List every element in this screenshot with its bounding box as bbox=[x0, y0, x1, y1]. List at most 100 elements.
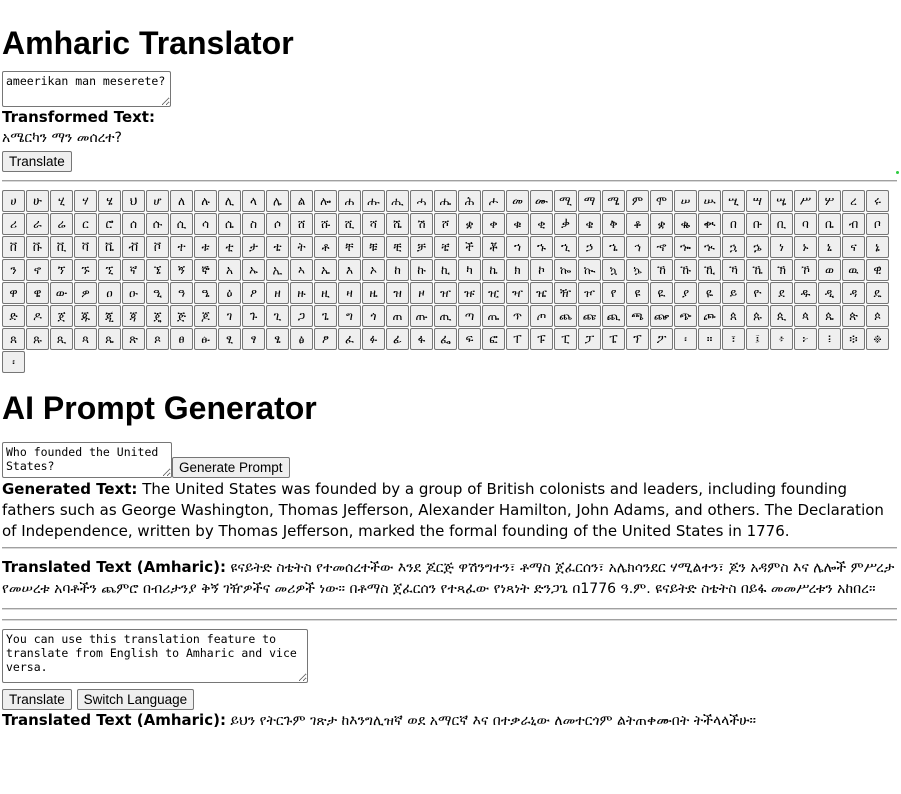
keyboard-key[interactable]: ጥ bbox=[506, 305, 529, 327]
keyboard-key[interactable]: ቻ bbox=[410, 236, 433, 258]
keyboard-key[interactable]: ፎ bbox=[482, 328, 505, 350]
keyboard-key[interactable]: ኮ bbox=[530, 259, 553, 281]
keyboard-key[interactable]: ሮ bbox=[98, 213, 121, 235]
keyboard-key[interactable]: ሕ bbox=[458, 190, 481, 212]
keyboard-key[interactable]: ሡ bbox=[698, 190, 721, 212]
keyboard-key[interactable]: ሆ bbox=[146, 190, 169, 212]
keyboard-key[interactable]: መ bbox=[506, 190, 529, 212]
keyboard-key[interactable]: ኬ bbox=[482, 259, 505, 281]
keyboard-key[interactable]: ሖ bbox=[482, 190, 505, 212]
keyboard-key[interactable]: ። bbox=[698, 328, 721, 350]
keyboard-key[interactable]: ከ bbox=[386, 259, 409, 281]
keyboard-key[interactable]: ሌ bbox=[266, 190, 289, 212]
keyboard-key[interactable]: ጸ bbox=[2, 328, 25, 350]
keyboard-key[interactable]: ፐ bbox=[506, 328, 529, 350]
keyboard-key[interactable]: ቦ bbox=[866, 213, 889, 235]
keyboard-key[interactable]: ዠ bbox=[434, 282, 457, 304]
keyboard-key[interactable]: ጴ bbox=[818, 305, 841, 327]
keyboard-key[interactable]: ጂ bbox=[98, 305, 121, 327]
keyboard-key[interactable]: ዒ bbox=[146, 282, 169, 304]
keyboard-key[interactable]: ዬ bbox=[698, 282, 721, 304]
keyboard-key[interactable]: ዡ bbox=[458, 282, 481, 304]
keyboard-key[interactable]: ፉ bbox=[362, 328, 385, 350]
keyboard-key[interactable]: ዓ bbox=[170, 282, 193, 304]
keyboard-key[interactable]: ዣ bbox=[506, 282, 529, 304]
keyboard-key[interactable]: ጃ bbox=[122, 305, 145, 327]
keyboard-key[interactable]: ዝ bbox=[386, 282, 409, 304]
keyboard-key[interactable]: ዤ bbox=[530, 282, 553, 304]
keyboard-key[interactable]: ዢ bbox=[482, 282, 505, 304]
keyboard-key[interactable]: ዚ bbox=[314, 282, 337, 304]
keyboard-key[interactable]: ዌ bbox=[26, 282, 49, 304]
keyboard-key[interactable]: ጵ bbox=[842, 305, 865, 327]
keyboard-key[interactable]: ሢ bbox=[722, 190, 745, 212]
keyboard-key[interactable]: ዦ bbox=[578, 282, 601, 304]
keyboard-key[interactable]: ሐ bbox=[338, 190, 361, 212]
keyboard-key[interactable]: ሠ bbox=[674, 190, 697, 212]
keyboard-key[interactable]: ጣ bbox=[458, 305, 481, 327]
keyboard-key[interactable]: ጋ bbox=[290, 305, 313, 327]
keyboard-key[interactable]: ፆ bbox=[314, 328, 337, 350]
keyboard-key[interactable]: ብ bbox=[842, 213, 865, 235]
keyboard-key[interactable]: ሀ bbox=[2, 190, 25, 212]
keyboard-key[interactable]: ፈ bbox=[338, 328, 361, 350]
keyboard-key[interactable]: ሣ bbox=[746, 190, 769, 212]
keyboard-key[interactable]: ዋ bbox=[2, 282, 25, 304]
keyboard-key[interactable]: ቹ bbox=[362, 236, 385, 258]
keyboard-key[interactable]: በ bbox=[722, 213, 745, 235]
keyboard-key[interactable]: ቱ bbox=[194, 236, 217, 258]
keyboard-key[interactable]: ሜ bbox=[602, 190, 625, 212]
keyboard-key[interactable]: ቁ bbox=[506, 213, 529, 235]
keyboard-key[interactable]: ኺ bbox=[698, 259, 721, 281]
keyboard-key[interactable]: ቡ bbox=[746, 213, 769, 235]
keyboard-key[interactable]: ቊ bbox=[698, 213, 721, 235]
keyboard-key[interactable]: ጦ bbox=[530, 305, 553, 327]
keyboard-key[interactable]: ሃ bbox=[74, 190, 97, 212]
keyboard-key[interactable]: ጲ bbox=[770, 305, 793, 327]
keyboard-key[interactable]: ፊ bbox=[386, 328, 409, 350]
keyboard-key[interactable]: ኛ bbox=[122, 259, 145, 281]
keyboard-key[interactable]: ኁ bbox=[530, 236, 553, 258]
keyboard-key[interactable]: ቃ bbox=[554, 213, 577, 235]
keyboard-key[interactable]: ሑ bbox=[362, 190, 385, 212]
keyboard-key[interactable]: ዉ bbox=[842, 259, 865, 281]
keyboard-key[interactable]: ሬ bbox=[50, 213, 73, 235]
switch-language-button[interactable]: Switch Language bbox=[76, 689, 195, 710]
keyboard-key[interactable]: ካ bbox=[458, 259, 481, 281]
keyboard-key[interactable]: ጳ bbox=[794, 305, 817, 327]
keyboard-key[interactable]: ኞ bbox=[194, 259, 217, 281]
keyboard-key[interactable]: ፋ bbox=[410, 328, 433, 350]
keyboard-key[interactable]: ጆ bbox=[194, 305, 217, 327]
keyboard-key[interactable]: ሶ bbox=[266, 213, 289, 235]
keyboard-key[interactable]: ፨ bbox=[842, 328, 865, 350]
keyboard-key[interactable]: ዮ bbox=[746, 282, 769, 304]
keyboard-key[interactable]: ጽ bbox=[122, 328, 145, 350]
prompt-input[interactable] bbox=[2, 442, 172, 478]
translate-button-2[interactable]: Translate bbox=[2, 689, 72, 710]
keyboard-key[interactable]: ኹ bbox=[674, 259, 697, 281]
keyboard-key[interactable]: ጉ bbox=[242, 305, 265, 327]
keyboard-key[interactable]: ሹ bbox=[314, 213, 337, 235]
keyboard-key[interactable]: ቋ bbox=[650, 213, 673, 235]
keyboard-key[interactable]: ዞ bbox=[410, 282, 433, 304]
keyboard-key[interactable]: ሩ bbox=[866, 190, 889, 212]
keyboard-key[interactable]: ዪ bbox=[650, 282, 673, 304]
keyboard-key[interactable]: ፀ bbox=[170, 328, 193, 350]
keyboard-key[interactable]: ኪ bbox=[434, 259, 457, 281]
keyboard-key[interactable]: ማ bbox=[578, 190, 601, 212]
keyboard-key[interactable]: ኳ bbox=[602, 259, 625, 281]
keyboard-key[interactable]: ዕ bbox=[218, 282, 241, 304]
keyboard-key[interactable]: ሸ bbox=[290, 213, 313, 235]
keyboard-key[interactable]: ፥ bbox=[770, 328, 793, 350]
keyboard-key[interactable]: ል bbox=[290, 190, 313, 212]
keyboard-key[interactable]: ወ bbox=[818, 259, 841, 281]
keyboard-key[interactable]: ቼ bbox=[434, 236, 457, 258]
keyboard-key[interactable]: ፔ bbox=[602, 328, 625, 350]
keyboard-key[interactable]: ክ bbox=[506, 259, 529, 281]
keyboard-key[interactable]: ጶ bbox=[866, 305, 889, 327]
keyboard-key[interactable]: ጭ bbox=[674, 305, 697, 327]
keyboard-key[interactable]: ቭ bbox=[122, 236, 145, 258]
keyboard-key[interactable]: ፦ bbox=[794, 328, 817, 350]
keyboard-key[interactable]: ጬ bbox=[650, 305, 673, 327]
keyboard-key[interactable]: ን bbox=[2, 259, 25, 281]
